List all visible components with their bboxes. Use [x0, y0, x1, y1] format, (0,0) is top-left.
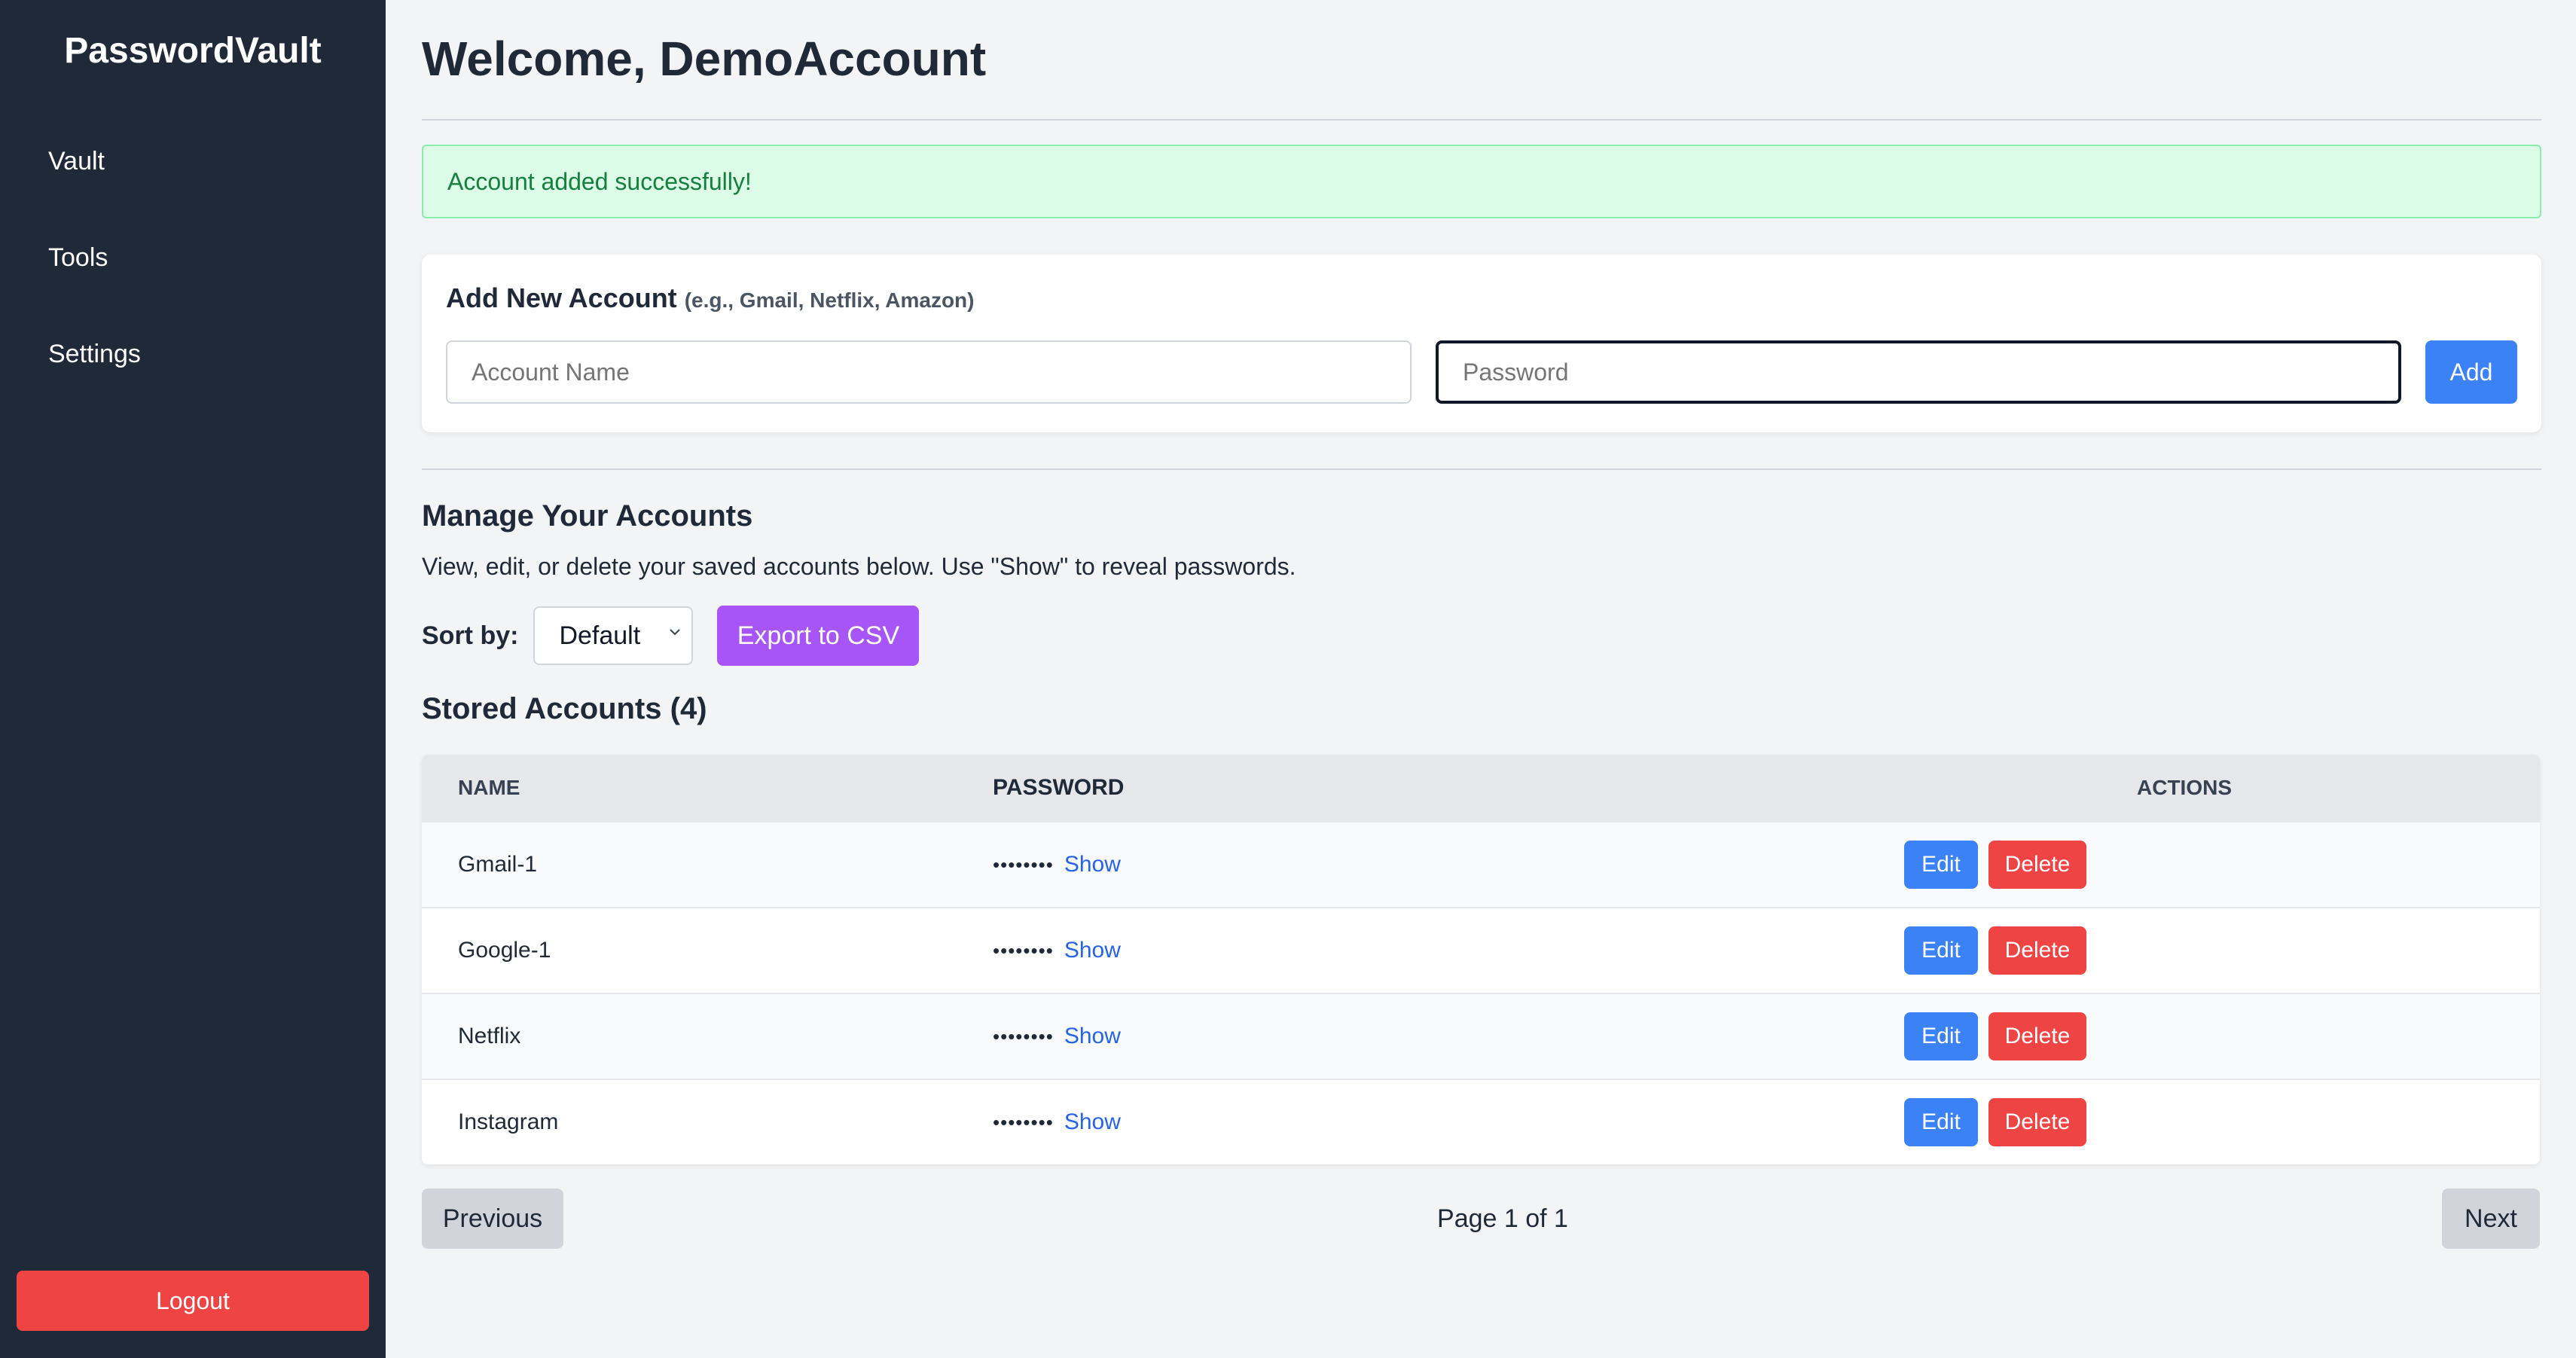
export-csv-button[interactable]: Export to CSV [717, 606, 920, 666]
masked-password: •••••••• [993, 1110, 1054, 1134]
actions-cell: Edit Delete [1829, 1098, 2540, 1146]
table-row: Google-1 •••••••• Show Edit Delete [422, 907, 2540, 993]
sort-select-value: Default [559, 621, 641, 650]
add-account-form: Add [446, 340, 2517, 404]
edit-button[interactable]: Edit [1904, 926, 1978, 975]
delete-button[interactable]: Delete [1988, 926, 2086, 975]
account-name-cell: Gmail-1 [458, 852, 538, 877]
delete-button[interactable]: Delete [1988, 1012, 2086, 1060]
sidebar-item-vault[interactable]: Vault [0, 113, 386, 209]
account-name-input[interactable] [446, 340, 1412, 404]
delete-button[interactable]: Delete [1988, 1098, 2086, 1146]
edit-button[interactable]: Edit [1904, 1012, 1978, 1060]
password-cell: •••••••• Show [993, 1109, 1829, 1135]
edit-button[interactable]: Edit [1904, 841, 1978, 889]
table-row: Netflix •••••••• Show Edit Delete [422, 993, 2540, 1079]
add-account-title: Add New Account (e.g., Gmail, Netflix, A… [446, 282, 2517, 315]
main-content: Welcome, DemoAccount Account added succe… [386, 0, 2576, 1358]
success-alert: Account added successfully! [422, 145, 2541, 218]
actions-cell: Edit Delete [1829, 841, 2540, 889]
password-cell: •••••••• Show [993, 852, 1829, 877]
password-cell: •••••••• Show [993, 1024, 1829, 1049]
divider [422, 468, 2541, 470]
show-password-link[interactable]: Show [1064, 1109, 1121, 1135]
chevron-down-icon [667, 624, 682, 644]
delete-button[interactable]: Delete [1988, 841, 2086, 889]
sort-toolbar: Sort by: Default Export to CSV [422, 606, 2541, 666]
sort-label: Sort by: [422, 621, 519, 650]
password-cell: •••••••• Show [993, 938, 1829, 963]
edit-button[interactable]: Edit [1904, 1098, 1978, 1146]
add-button[interactable]: Add [2425, 340, 2517, 404]
header-password: PASSWORD [993, 775, 1125, 800]
sidebar-item-settings[interactable]: Settings [0, 306, 386, 402]
pagination: Previous Page 1 of 1 Next [422, 1189, 2540, 1249]
brand-logo: PasswordVault [64, 31, 322, 71]
account-name-cell: Netflix [458, 1024, 521, 1048]
header-actions: ACTIONS [2137, 776, 2232, 799]
page-title: Welcome, DemoAccount [422, 32, 987, 86]
table-body: Gmail-1 •••••••• Show Edit Delete Google-1 •••… [422, 821, 2540, 1164]
sort-select[interactable]: Default [533, 606, 694, 665]
sidebar-item-tools[interactable]: Tools [0, 209, 386, 306]
show-password-link[interactable]: Show [1064, 938, 1121, 963]
masked-password: •••••••• [993, 938, 1054, 962]
page-info: Page 1 of 1 [1437, 1204, 1568, 1233]
accounts-table: NAME PASSWORD ACTIONS Gmail-1 •••••••• Sho… [422, 755, 2540, 1164]
header-name: NAME [458, 776, 520, 799]
account-name-cell: Google-1 [458, 938, 551, 963]
actions-cell: Edit Delete [1829, 926, 2540, 975]
add-account-title-text: Add New Account [446, 282, 677, 313]
masked-password: •••••••• [993, 853, 1054, 876]
sidebar: PasswordVault Vault Tools Settings Logou… [0, 0, 386, 1358]
account-name-cell: Instagram [458, 1109, 559, 1134]
show-password-link[interactable]: Show [1064, 1024, 1121, 1049]
table-header: NAME PASSWORD ACTIONS [422, 755, 2540, 821]
manage-title: Manage Your Accounts [422, 499, 753, 533]
show-password-link[interactable]: Show [1064, 852, 1121, 877]
password-input[interactable] [1436, 340, 2401, 404]
masked-password: •••••••• [993, 1024, 1054, 1048]
next-button[interactable]: Next [2441, 1189, 2540, 1249]
previous-button[interactable]: Previous [422, 1189, 563, 1249]
add-account-hint: (e.g., Gmail, Netflix, Amazon) [684, 288, 975, 312]
manage-description: View, edit, or delete your saved account… [422, 553, 1296, 580]
logout-button[interactable]: Logout [17, 1271, 369, 1331]
add-account-card: Add New Account (e.g., Gmail, Netflix, A… [422, 255, 2541, 432]
actions-cell: Edit Delete [1829, 1012, 2540, 1060]
stored-accounts-title: Stored Accounts (4) [422, 692, 707, 725]
divider [422, 119, 2541, 121]
table-row: Gmail-1 •••••••• Show Edit Delete [422, 821, 2540, 907]
table-row: Instagram •••••••• Show Edit Delete [422, 1079, 2540, 1164]
app-root: PasswordVault Vault Tools Settings Logou… [0, 0, 2576, 1358]
